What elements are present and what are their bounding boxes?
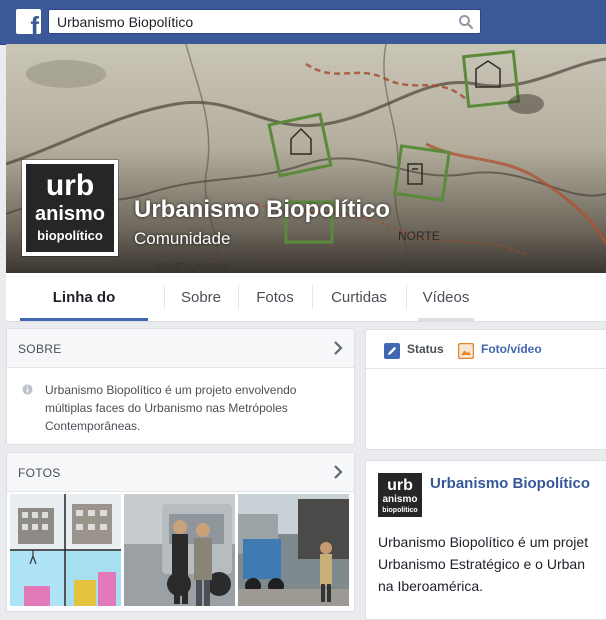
map-label-norte: NORTE <box>398 229 440 243</box>
tab-linha-do-tempo[interactable]: Linha do Tempo <box>20 273 148 356</box>
photo-thumbnail-construction[interactable] <box>238 494 349 606</box>
chevron-right-icon[interactable] <box>332 464 344 480</box>
post-text-line: Urbanismo Biopolítico é um projet <box>378 534 589 550</box>
logo-line-3: biopolítico <box>37 228 103 243</box>
tab-separator <box>406 285 407 309</box>
photo-thumbnail-buildings[interactable] <box>10 494 121 606</box>
post-author-name[interactable]: Urbanismo Biopolítico <box>430 475 590 492</box>
photo-video-button[interactable]: Foto/vídeo <box>481 342 542 356</box>
search-icon[interactable] <box>458 14 474 30</box>
logo-line-2: anismo <box>35 203 105 225</box>
page-title[interactable]: Urbanismo Biopolítico <box>134 196 390 224</box>
page-category[interactable]: Comunidade <box>134 229 230 249</box>
search-input[interactable] <box>57 10 447 33</box>
search-box[interactable] <box>48 9 481 34</box>
about-card: SOBRE Urbanismo Biopolítico é um projeto… <box>6 328 355 445</box>
photo-icon <box>458 343 474 359</box>
avatar-logo-line-3: biopolítico <box>382 507 417 514</box>
about-line: Urbanismo Biopolítico é um projeto envol… <box>45 383 297 397</box>
avatar-logo-line-1: urb <box>387 477 413 494</box>
tab-videos[interactable]: Vídeos <box>418 273 474 321</box>
pencil-icon <box>384 343 400 359</box>
tab-sobre[interactable]: Sobre <box>164 273 238 321</box>
post-author-avatar[interactable]: urb anismo biopolítico <box>378 473 422 517</box>
profile-picture[interactable]: urb anismo biopolítico <box>22 160 118 256</box>
post-text-line: Urbanismo Estratégico e o Urban <box>378 556 585 572</box>
post-card: urb anismo biopolítico Urbanismo Biopolí… <box>365 460 606 620</box>
composer-header: Status Foto/vídeo <box>366 330 606 369</box>
post-text: Urbanismo Biopolítico é um projet Urbani… <box>378 531 606 597</box>
logo-line-1: urb <box>46 169 94 202</box>
avatar-logo-line-2: anismo <box>382 494 417 505</box>
tab-curtidas[interactable]: Curtidas <box>312 273 406 321</box>
urbanismo-logo-icon: urb anismo biopolítico <box>378 473 422 517</box>
about-line: Contemporâneas. <box>45 419 141 433</box>
photos-card-header[interactable]: FOTOS <box>7 453 354 492</box>
photo-thumbnail-people-truck[interactable] <box>124 494 235 606</box>
chevron-right-icon[interactable] <box>332 340 344 356</box>
map-label-venda-nova: VENDA NOVA <box>156 261 227 273</box>
about-description: Urbanismo Biopolítico é um projeto envol… <box>45 381 345 435</box>
about-line: múltiplas faces do Urbanismo nas Metrópo… <box>45 401 288 415</box>
cover-photo[interactable]: NORTE VENDA NOVA urb anismo biopolítico … <box>6 44 606 273</box>
facebook-logo-icon[interactable]: f <box>16 9 41 34</box>
about-card-header[interactable]: SOBRE <box>7 329 354 368</box>
post-text-line: na Iberoamérica. <box>378 578 484 594</box>
page-tabs: Linha do Tempo Sobre Fotos Curtidas Víde… <box>6 273 606 356</box>
status-button[interactable]: Status <box>407 342 444 356</box>
top-navigation-bar: f <box>0 0 606 45</box>
composer-card: Status Foto/vídeo <box>365 329 606 450</box>
urbanismo-logo-icon: urb anismo biopolítico <box>26 164 114 252</box>
about-card-title: SOBRE <box>18 342 62 356</box>
info-icon <box>22 384 33 395</box>
tab-fotos[interactable]: Fotos <box>238 273 312 321</box>
photos-card-title: FOTOS <box>18 466 61 480</box>
